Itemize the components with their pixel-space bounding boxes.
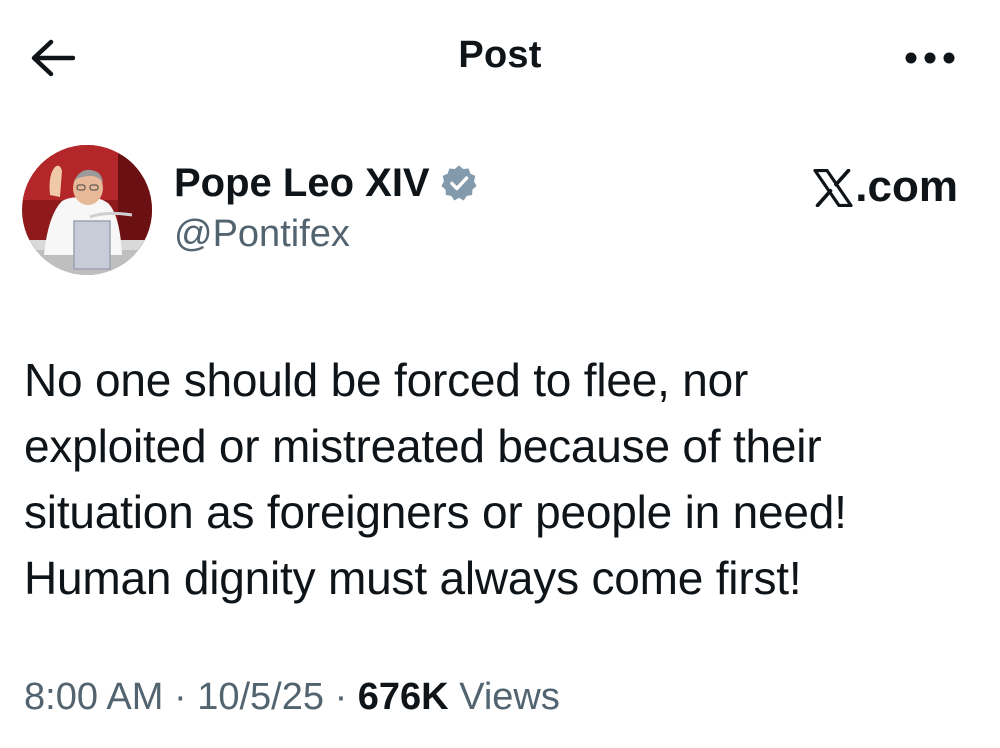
post-text-line: exploited or mistreated because of their xyxy=(24,420,822,472)
meta-separator: · xyxy=(334,676,348,718)
top-navigation-bar: Post xyxy=(0,0,1000,115)
views-count[interactable]: 676K xyxy=(358,676,449,718)
author-handle[interactable]: @Pontifex xyxy=(174,213,350,256)
watermark: .com xyxy=(813,162,958,212)
post-text: No one should be forced to flee, nor exp… xyxy=(24,347,964,611)
avatar[interactable] xyxy=(22,145,152,275)
post-text-line: situation as foreigners or people in nee… xyxy=(24,486,847,538)
post-date[interactable]: 10/5/25 xyxy=(197,676,324,718)
post-text-line: No one should be forced to flee, nor xyxy=(24,354,749,406)
back-button[interactable] xyxy=(26,36,78,80)
meta-separator: · xyxy=(173,676,187,718)
author-name[interactable]: Pope Leo XIV xyxy=(174,161,430,206)
x-logo-icon xyxy=(813,168,853,208)
page-title: Post xyxy=(458,34,542,76)
avatar-image xyxy=(22,145,152,275)
post-text-line: Human dignity must always come first! xyxy=(24,552,802,604)
watermark-text: .com xyxy=(855,162,958,211)
post-metadata: 8:00 AM · 10/5/25 · 676K Views xyxy=(24,676,560,719)
post-time[interactable]: 8:00 AM xyxy=(24,676,163,718)
views-label: Views xyxy=(459,676,560,718)
arrow-left-icon xyxy=(31,39,75,77)
verified-badge-icon xyxy=(440,164,478,202)
author-name-row: Pope Leo XIV xyxy=(174,158,478,208)
more-options-button[interactable] xyxy=(898,36,962,80)
more-horizontal-icon xyxy=(905,52,955,64)
